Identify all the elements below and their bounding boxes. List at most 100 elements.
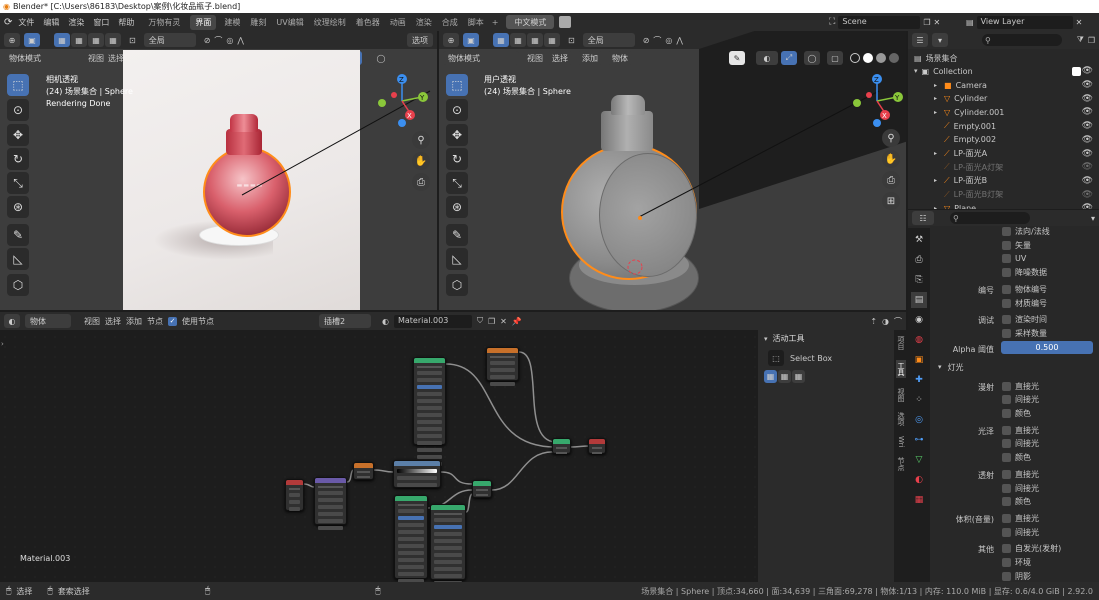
pass-checkbox[interactable]	[1002, 227, 1011, 236]
scale-tool-icon[interactable]: ⤡	[446, 172, 468, 194]
active-tool-header[interactable]: ▾ 活动工具	[764, 333, 805, 344]
pass-checkbox[interactable]	[1002, 439, 1011, 449]
pass-checkbox-row[interactable]: 降噪数据	[1002, 266, 1047, 279]
scene-selector[interactable]: ⛶ Scene ❐ ✕	[829, 15, 940, 29]
sidebar-tab[interactable]: 节点	[896, 457, 906, 471]
tool-tab-icon[interactable]: ⚒	[911, 232, 927, 248]
annotate-tool-icon[interactable]: ✎	[446, 224, 468, 246]
select-box-tool-icon[interactable]: ⬚	[7, 74, 29, 96]
axis-gizmo[interactable]: Z Y X	[374, 73, 430, 129]
expand-chevron-icon[interactable]: ▸	[934, 95, 940, 102]
visibility-eye-icon[interactable]: 👁	[1082, 121, 1093, 131]
visibility-eye-icon[interactable]: 👁	[1082, 80, 1093, 90]
menu-file[interactable]: 文件	[18, 17, 34, 28]
pass-checkbox-row[interactable]: 自发光(发射)	[1002, 542, 1061, 555]
physics-tab-icon[interactable]: ◎	[911, 412, 927, 428]
node-editor[interactable]: ◐ 物体 视图 选择 添加 节点 ✓ 使用节点 插槽2 ◐ Material.0…	[0, 312, 906, 585]
properties-panel[interactable]: ☷ ⚲ ▾ ⚒ ⎙ ⎘ ▤ ◉ ◍ ▣ ✚ ⁘ ◎ ⊶ ▽ ◐ ▦ 法向/法线矢…	[908, 210, 1099, 582]
camera-view-icon[interactable]: ⎙	[882, 171, 900, 189]
outliner-item[interactable]: ⟋ Empty.002 👁	[934, 133, 1099, 147]
pass-checkbox[interactable]	[1002, 240, 1011, 250]
visibility-eye-icon[interactable]: 👁	[1082, 135, 1093, 145]
expand-chevron-icon[interactable]: ▸	[934, 205, 940, 209]
pass-checkbox[interactable]	[1002, 544, 1011, 554]
display-mode-icon[interactable]: ▾	[932, 33, 948, 47]
pass-checkbox[interactable]	[1002, 483, 1011, 493]
pass-checkbox[interactable]	[1002, 425, 1011, 435]
workspace-tab[interactable]: 合成	[442, 17, 458, 28]
pan-hand-icon[interactable]: ✋	[882, 150, 900, 168]
alpha-threshold-field[interactable]: 0.500	[1001, 340, 1093, 354]
visibility-eye-icon[interactable]: 👁	[1082, 162, 1093, 172]
pass-checkbox-row[interactable]: 间接光	[1002, 526, 1039, 539]
sidebar-tab[interactable]: 工具	[896, 360, 906, 378]
pass-checkbox-row[interactable]: 颜色	[1002, 407, 1031, 420]
parent-node-icon[interactable]: ⇡	[870, 317, 877, 326]
blender-menu-icon[interactable]: ⟳	[4, 17, 12, 28]
menu-help[interactable]: 帮助	[118, 17, 134, 28]
select-box-tool-icon[interactable]: ⬚	[446, 74, 468, 96]
node-image-texture[interactable]	[285, 479, 304, 511]
workspace-tab[interactable]: 万物有灵	[148, 17, 180, 28]
viewport-user[interactable]: ⊕ ▣ ▦ ▦ ▦ ▦ ⊡ 全局 ⊘ ⌒ ◎ ⋀ 选项 物体模式 视图 选择 添…	[439, 31, 906, 310]
active-tool-row[interactable]: ⬚ Select Box	[768, 350, 832, 366]
pass-checkbox-row[interactable]: 间接光	[1002, 482, 1039, 495]
node-mapping[interactable]	[314, 477, 347, 530]
workspace-tab[interactable]: 脚本	[468, 17, 484, 28]
script-icon[interactable]	[559, 16, 572, 28]
pass-checkbox[interactable]	[1002, 315, 1011, 325]
object-tab-icon[interactable]: ▣	[911, 352, 927, 368]
output-tab-icon[interactable]: ⎘	[911, 272, 927, 288]
sidebar-tab[interactable]: Wri	[897, 436, 905, 447]
pass-checkbox[interactable]	[1002, 254, 1011, 264]
pass-checkbox-row[interactable]: 颜色	[1002, 451, 1031, 464]
outliner-item[interactable]: ⟋ Empty.001 👁	[934, 119, 1099, 133]
pass-checkbox-row[interactable]: 法向/法线	[1002, 225, 1050, 238]
pass-checkbox[interactable]	[1002, 268, 1011, 278]
view-layer-selector[interactable]: ▤ View Layer ✕	[966, 15, 1082, 29]
visibility-eye-icon[interactable]: 👁	[1082, 107, 1093, 117]
menu-window[interactable]: 窗口	[93, 17, 109, 28]
node-mix-shader[interactable]	[552, 438, 571, 454]
expand-chevron-icon[interactable]: ▸	[934, 109, 940, 116]
pass-checkbox-row[interactable]: 直接光	[1002, 512, 1039, 525]
pass-checkbox-row[interactable]: 间接光	[1002, 393, 1039, 406]
visibility-eye-icon[interactable]: 👁	[1082, 203, 1093, 209]
move-tool-icon[interactable]: ✥	[446, 124, 468, 146]
pass-checkbox-row[interactable]: 间接光	[1002, 437, 1039, 450]
expand-chevron-icon[interactable]: ▸	[934, 177, 940, 184]
pass-checkbox[interactable]	[1002, 513, 1011, 523]
workspace-tab[interactable]: UV编辑	[276, 17, 303, 28]
pass-checkbox[interactable]	[1002, 284, 1011, 294]
pass-checkbox-row[interactable]: 颜色	[1002, 495, 1031, 508]
outliner-item[interactable]: ⟋ LP-面光B灯架 👁	[934, 188, 1099, 202]
collapse-chevron-icon[interactable]: ▾	[938, 363, 942, 371]
add-cube-tool-icon[interactable]: ⬡	[7, 274, 29, 296]
pass-checkbox[interactable]	[1002, 328, 1011, 338]
pass-checkbox-row[interactable]: 物体编号	[1002, 283, 1047, 296]
pass-checkbox-row[interactable]: 环境	[1002, 556, 1031, 569]
pass-checkbox-row[interactable]: 采样数量	[1002, 327, 1047, 340]
workspace-tab[interactable]: 纹理绘制	[314, 17, 346, 28]
pass-checkbox-row[interactable]: 渲染时间	[1002, 313, 1047, 326]
collection-enabled-checkbox[interactable]	[1072, 66, 1081, 76]
pass-checkbox[interactable]	[1002, 497, 1011, 507]
node-principled-bsdf[interactable]	[413, 357, 446, 466]
outliner-item[interactable]: ▸ ▽ Plane 👁	[934, 201, 1099, 209]
outliner-collection[interactable]: ▾ ▣ Collection 👁	[914, 64, 1099, 78]
camera-view-icon[interactable]: ⎙	[412, 173, 430, 191]
transform-tool-icon[interactable]: ⊛	[7, 196, 29, 218]
cursor-tool-icon[interactable]: ⊙	[446, 99, 468, 121]
workspace-tab-active[interactable]: 界面	[190, 14, 217, 30]
collection-visibility-icon[interactable]: 👁	[1082, 66, 1093, 76]
pass-checkbox-row[interactable]: 直接光	[1002, 380, 1039, 393]
workspace-tab[interactable]: 渲染	[416, 17, 432, 28]
language-mode-button[interactable]: 中文模式	[506, 15, 555, 29]
mode-new-icon[interactable]: ▦	[764, 370, 777, 383]
node-principled-bsdf-2[interactable]	[430, 504, 466, 585]
zoom-icon[interactable]: ⚲	[412, 131, 430, 149]
select-box-cursor-icon[interactable]: ⬚	[768, 350, 784, 366]
viewport-camera[interactable]: ⊕ ▣ ▦ ▦ ▦ ▦ ⊡ 全局 ⊘ ⌒ ◎ ⋀ 选项 物体模式 视图 选择 添…	[0, 31, 437, 310]
constraints-tab-icon[interactable]: ⊶	[911, 432, 927, 448]
pass-checkbox-row[interactable]: 矢量	[1002, 239, 1031, 252]
